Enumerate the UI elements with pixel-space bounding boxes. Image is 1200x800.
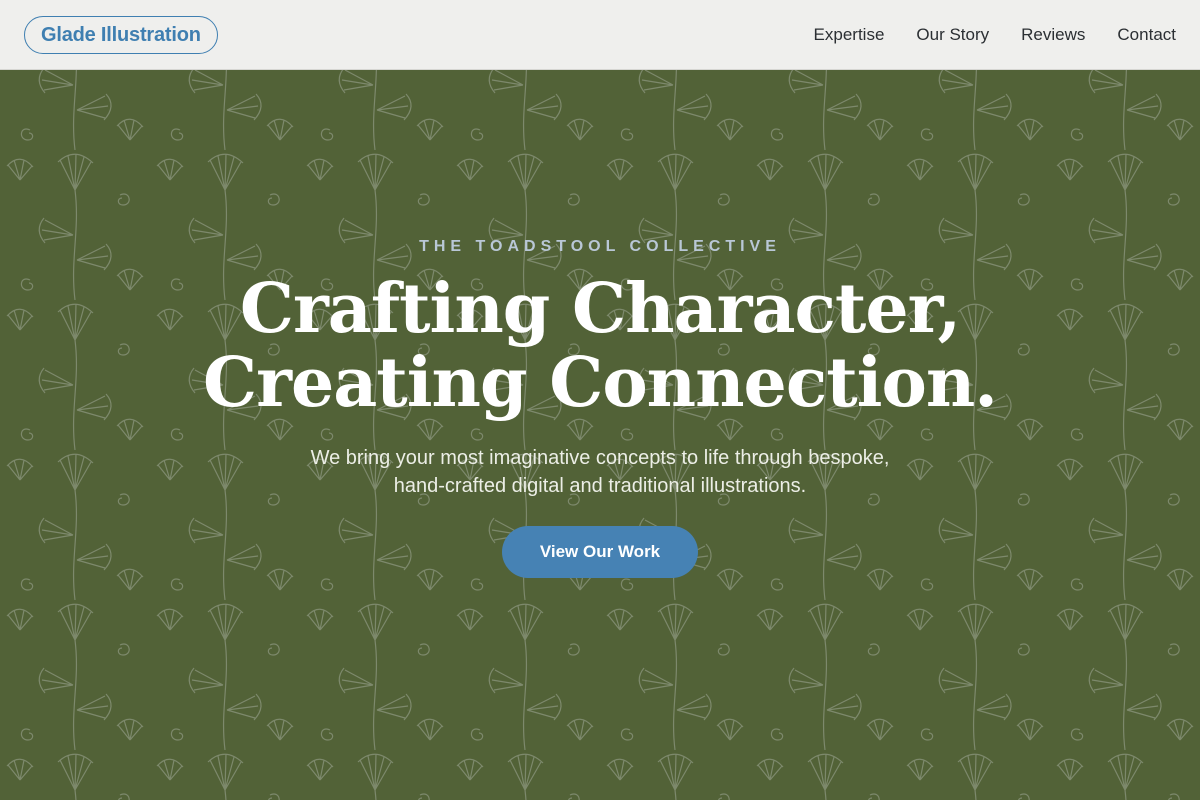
hero-subtext: We bring your most imaginative concepts … [260,444,940,500]
hero-section: THE TOADSTOOL COLLECTIVE Crafting Charac… [0,70,1200,800]
hero-headline: Crafting Character, Creating Connection. [0,272,1200,420]
hero-eyebrow: THE TOADSTOOL COLLECTIVE [419,238,781,255]
page: Glade Illustration Expertise Our Story R… [0,0,1200,800]
nav-link-reviews[interactable]: Reviews [1021,25,1085,45]
nav-link-our-story[interactable]: Our Story [916,25,989,45]
view-our-work-button[interactable]: View Our Work [502,526,698,578]
main-nav: Expertise Our Story Reviews Contact [814,0,1176,70]
hero-headline-line-1: Crafting Character, [239,269,961,349]
site-header: Glade Illustration Expertise Our Story R… [0,0,1200,70]
hero-subtext-line-1: We bring your most imaginative concepts … [310,447,890,469]
logo[interactable]: Glade Illustration [24,16,218,54]
hero-subtext-line-2: hand-crafted digital and traditional ill… [393,475,807,497]
nav-link-contact[interactable]: Contact [1117,25,1176,45]
nav-link-expertise[interactable]: Expertise [814,25,885,45]
hero-headline-line-2: Creating Connection. [203,343,998,423]
